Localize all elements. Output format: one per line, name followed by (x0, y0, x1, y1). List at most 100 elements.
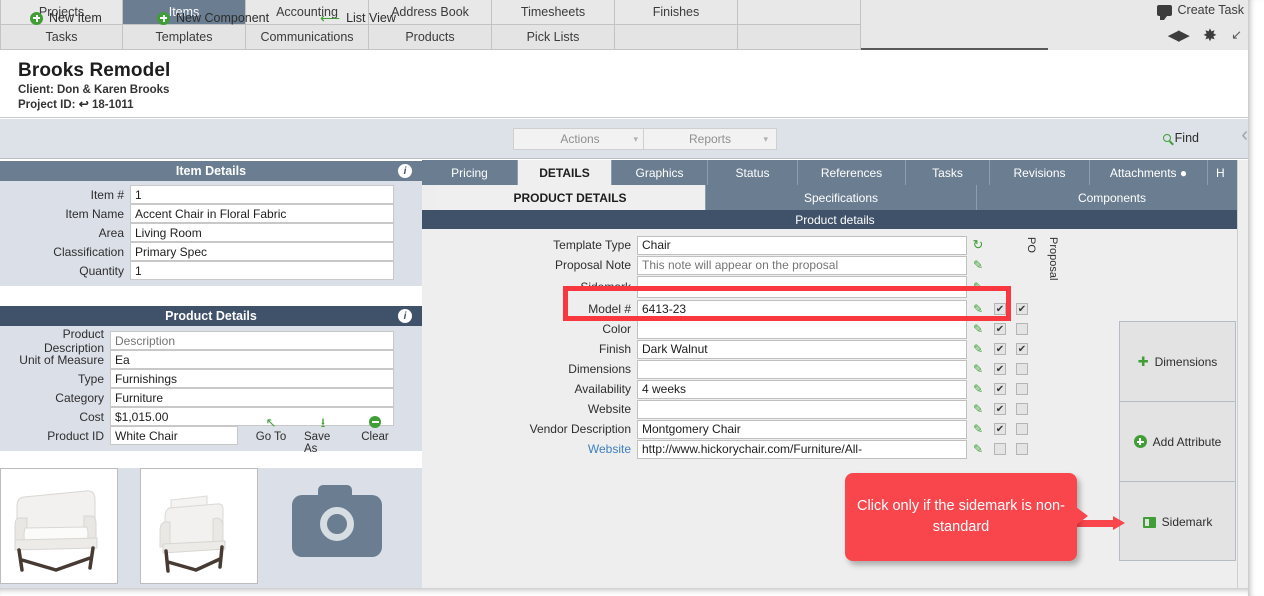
reports-dropdown[interactable]: Reports ▾ (643, 128, 777, 150)
vendor-website-input[interactable] (637, 439, 967, 459)
po-checkbox[interactable]: ✔ (994, 423, 1006, 435)
website-input[interactable] (637, 399, 967, 419)
tab-label: References (820, 165, 883, 180)
po-checkbox[interactable]: ✔ (994, 363, 1006, 375)
dimensions-input[interactable] (637, 359, 967, 379)
tab-attachments[interactable]: Attachments ● (1090, 160, 1208, 185)
proposal-note-input[interactable] (637, 255, 967, 275)
edit-pencil-icon[interactable]: ✎ (967, 342, 989, 356)
finish-input[interactable] (637, 339, 967, 359)
proposal-checkbox[interactable] (1016, 443, 1028, 455)
po-checkbox[interactable]: ✔ (994, 343, 1006, 355)
clear-button[interactable]: Clear (356, 416, 394, 455)
nav-tab-tasks[interactable]: Tasks (0, 25, 123, 50)
field-label: Quantity (79, 263, 124, 278)
chair-front-thumbnail[interactable] (0, 468, 118, 584)
edit-pencil-icon[interactable]: ✎ (967, 302, 989, 316)
color-input[interactable] (637, 319, 967, 339)
chair-back-thumbnail[interactable] (140, 468, 258, 584)
edit-pencil-icon[interactable]: ✎ (967, 322, 989, 336)
tab-tasks[interactable]: Tasks (906, 160, 990, 185)
proposal-checkbox[interactable]: ✔ (1016, 303, 1028, 315)
classification-input[interactable] (130, 242, 394, 261)
type-input[interactable] (110, 369, 394, 388)
collapse-corner-icon[interactable]: ↙ (1231, 27, 1242, 43)
new-item-button[interactable]: New Item (30, 11, 102, 25)
po-checkbox[interactable] (994, 443, 1006, 455)
area-input[interactable] (130, 223, 394, 242)
item-name-input[interactable] (130, 204, 394, 223)
sub-tab-components[interactable]: Components (977, 185, 1248, 210)
sidemark-input[interactable] (637, 276, 967, 298)
collapse-panel-chevron-icon[interactable]: ‹ (1241, 124, 1248, 147)
save-as-button[interactable]: ⭳ Save As (304, 416, 342, 455)
list-view-button[interactable]: ⟵ List View (320, 11, 396, 25)
template-type-input[interactable] (637, 235, 967, 255)
edit-pencil-icon[interactable]: ✎ (967, 382, 989, 396)
tab-graphics[interactable]: Graphics (612, 160, 708, 185)
tab-status[interactable]: Status (708, 160, 798, 185)
actions-dropdown[interactable]: Actions ▾ (513, 128, 647, 150)
edit-pencil-icon[interactable]: ✎ (967, 442, 989, 456)
edit-pencil-icon[interactable]: ✎ (967, 258, 989, 272)
prev-next-arrows-icon[interactable]: ◀▶ (1168, 26, 1190, 44)
vertical-scrollbar[interactable] (1237, 160, 1248, 596)
proposal-checkbox[interactable] (1016, 423, 1028, 435)
po-checkbox[interactable]: ✔ (994, 303, 1006, 315)
po-checkbox[interactable]: ✔ (994, 323, 1006, 335)
product-description-input[interactable] (110, 331, 394, 350)
new-component-button[interactable]: New Component (157, 11, 269, 25)
sub-tab-specifications[interactable]: Specifications (706, 185, 977, 210)
gear-icon[interactable]: ✸ (1203, 27, 1217, 44)
proposal-checkbox-cell (1011, 443, 1033, 455)
field-label: Cost (79, 409, 104, 424)
nav-tab-products[interactable]: Products (369, 25, 492, 50)
nav-tab-templates[interactable]: Templates (123, 25, 246, 50)
create-task-button[interactable]: Create Task (1156, 3, 1244, 20)
column-header-po: PO (1025, 237, 1037, 253)
proposal-checkbox[interactable]: ✔ (1016, 343, 1028, 355)
proposal-checkbox[interactable] (1016, 383, 1028, 395)
vendor-description-input[interactable] (637, 419, 967, 439)
edit-pencil-icon[interactable]: ✎ (967, 280, 989, 294)
nav-tab-timesheets[interactable]: Timesheets (492, 0, 615, 25)
tab-revisions[interactable]: Revisions (990, 160, 1090, 185)
category-input[interactable] (110, 388, 394, 407)
tab-pricing[interactable]: Pricing (422, 160, 518, 185)
nav-tab-pick-lists[interactable]: Pick Lists (492, 25, 615, 50)
back-arrow-icon[interactable]: ↩ (79, 97, 89, 111)
proposal-checkbox-cell (1011, 403, 1033, 415)
edit-pencil-icon[interactable]: ✎ (967, 422, 989, 436)
info-icon[interactable]: i (398, 164, 412, 178)
unit-of-measure-input[interactable] (110, 350, 394, 369)
item-number-input[interactable] (130, 185, 394, 204)
nav-tab-communications[interactable]: Communications (246, 25, 369, 50)
sidemark-button[interactable]: Sidemark (1120, 482, 1235, 562)
new-component-label: New Component (176, 11, 270, 25)
proposal-checkbox[interactable] (1016, 403, 1028, 415)
refresh-icon[interactable]: ↻ (967, 237, 989, 253)
po-checkbox[interactable]: ✔ (994, 383, 1006, 395)
find-button[interactable]: Find (1162, 131, 1199, 145)
vendor-website-link[interactable]: Website (422, 442, 637, 456)
proposal-checkbox[interactable] (1016, 323, 1028, 335)
dimensions-button[interactable]: ✚ Dimensions (1120, 322, 1235, 402)
field-row-product-description: Product Description (0, 327, 394, 355)
add-photo-placeholder[interactable] (276, 468, 398, 584)
po-checkbox[interactable]: ✔ (994, 403, 1006, 415)
product-id-input[interactable] (110, 426, 238, 445)
proposal-checkbox[interactable] (1016, 363, 1028, 375)
tab-details[interactable]: DETAILS (518, 160, 612, 185)
nav-tab-finishes[interactable]: Finishes (615, 0, 738, 25)
field-label: Classification (53, 244, 124, 259)
tab-references[interactable]: References (798, 160, 906, 185)
go-to-button[interactable]: ↖ Go To (252, 416, 290, 455)
sub-tab-product-details[interactable]: PRODUCT DETAILS (435, 185, 706, 210)
quantity-input[interactable] (130, 261, 394, 280)
availability-input[interactable] (637, 379, 967, 399)
model-number-input[interactable] (637, 299, 967, 319)
edit-pencil-icon[interactable]: ✎ (967, 362, 989, 376)
add-attribute-button[interactable]: Add Attribute (1120, 402, 1235, 482)
info-icon[interactable]: i (398, 309, 412, 323)
edit-pencil-icon[interactable]: ✎ (967, 402, 989, 416)
